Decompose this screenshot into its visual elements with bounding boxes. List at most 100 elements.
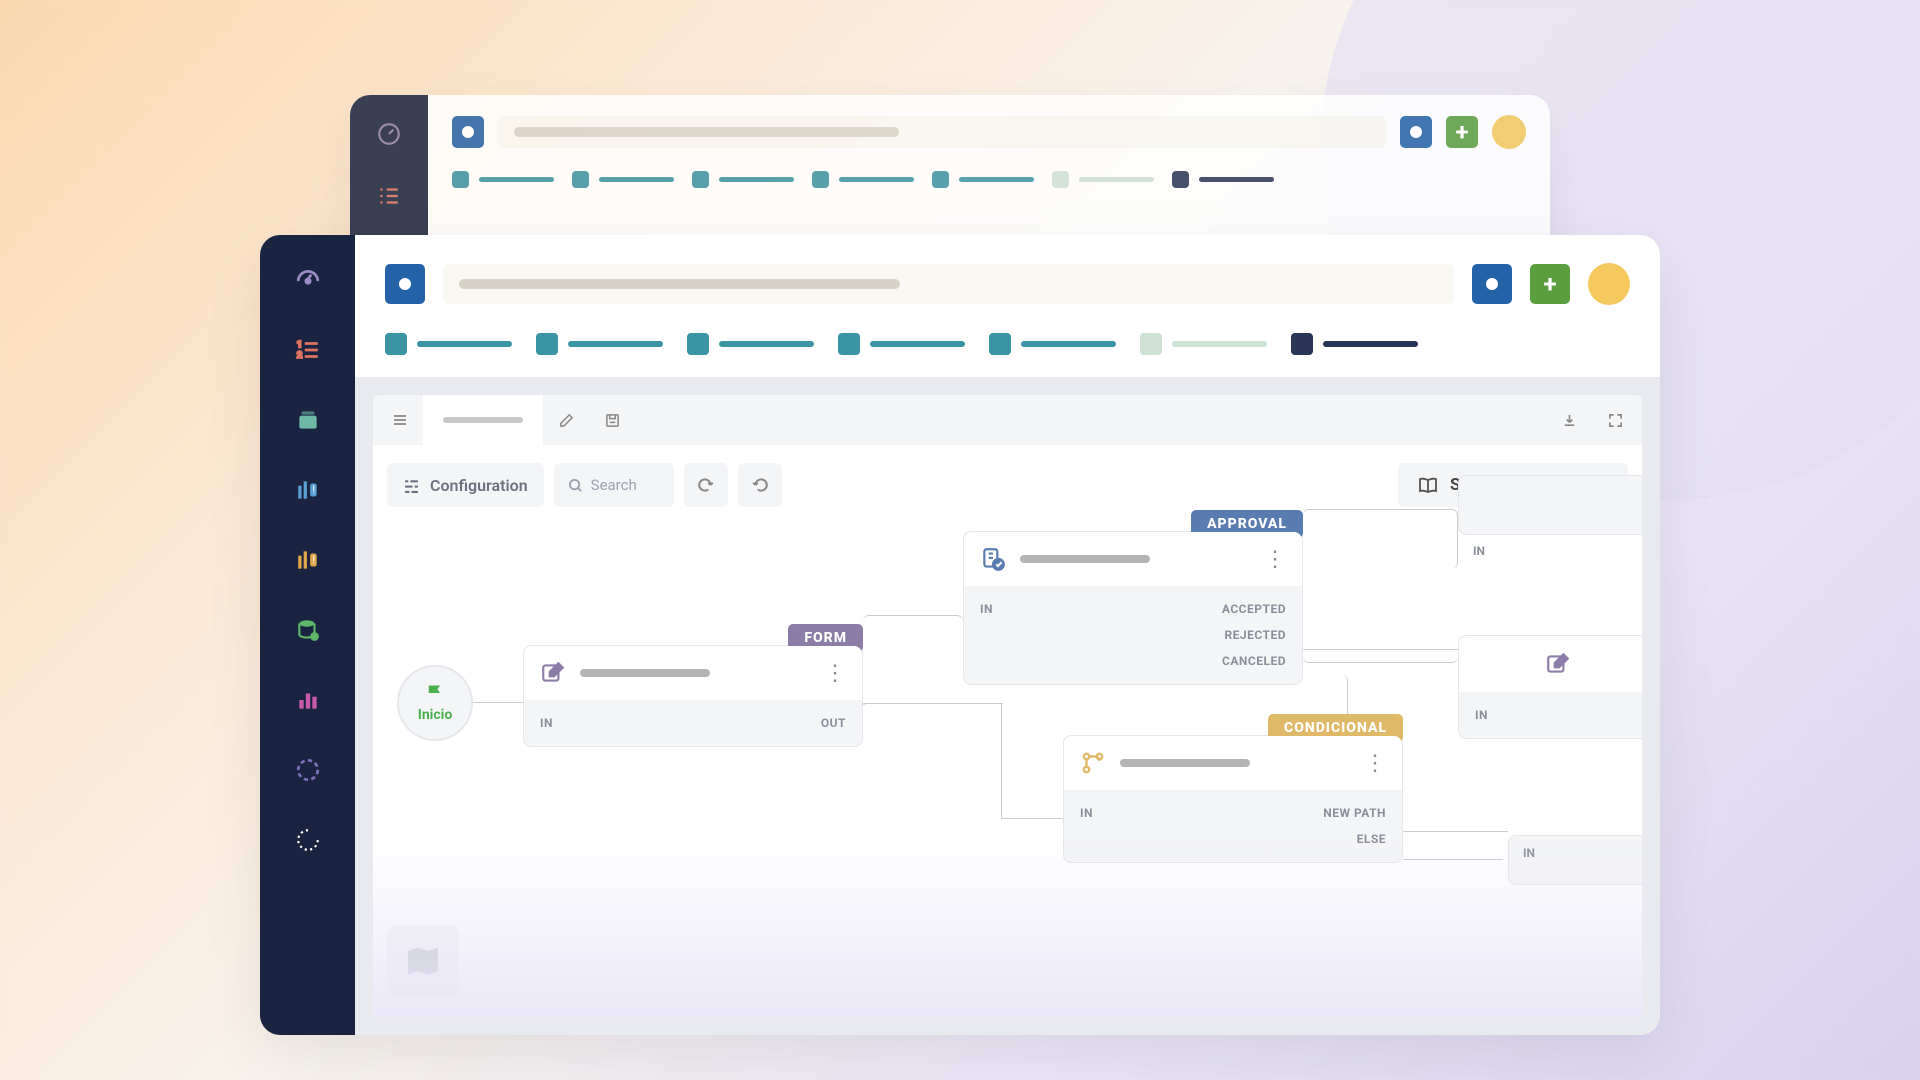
- sliders-icon: [403, 477, 420, 494]
- search-icon: [568, 478, 583, 493]
- configuration-button[interactable]: Configuration: [387, 463, 544, 507]
- tab-item[interactable]: [1172, 171, 1274, 188]
- tab-item[interactable]: [572, 171, 674, 188]
- svg-text:!: !: [312, 553, 315, 566]
- tab-item[interactable]: [452, 171, 554, 188]
- add-button[interactable]: +: [1530, 264, 1570, 304]
- tab-item[interactable]: [692, 171, 794, 188]
- notifications-button[interactable]: [1400, 116, 1432, 148]
- stub-node[interactable]: [1458, 475, 1642, 535]
- approval-node[interactable]: APPROVAL ⋮ IN ACCEPTED REJECTED: [963, 531, 1303, 685]
- nav-reports[interactable]: !: [293, 475, 323, 505]
- app-icon[interactable]: [452, 116, 484, 148]
- edit-icon: [559, 413, 574, 428]
- nav-database[interactable]: [293, 615, 323, 645]
- port-new-path: NEW PATH: [1323, 806, 1386, 820]
- inbox-icon: [295, 407, 321, 433]
- port-in: IN: [1475, 708, 1488, 722]
- tab-item[interactable]: [812, 171, 914, 188]
- branch-icon: [1080, 750, 1106, 776]
- nav-loader[interactable]: [293, 825, 323, 855]
- redo-button[interactable]: [738, 463, 782, 507]
- node-menu-button[interactable]: ⋮: [824, 661, 846, 686]
- stub-node[interactable]: IN: [1458, 635, 1642, 739]
- search-placeholder: Search: [591, 476, 637, 494]
- nav-inbox[interactable]: [293, 405, 323, 435]
- main-window: 12 ! ! +: [260, 235, 1660, 1035]
- form-node[interactable]: FORM ⋮ IN OUT: [523, 645, 863, 747]
- port-in: IN: [540, 716, 553, 730]
- avatar[interactable]: [1588, 263, 1630, 305]
- edit-button[interactable]: [543, 395, 589, 445]
- hamburger-icon: [392, 412, 408, 428]
- search-bar[interactable]: [443, 264, 1454, 304]
- tab-item[interactable]: [536, 333, 663, 355]
- start-node[interactable]: Inicio: [397, 665, 473, 741]
- configuration-label: Configuration: [430, 476, 528, 495]
- canvas-toolbar: [373, 395, 1642, 445]
- nav-warnings[interactable]: !: [293, 545, 323, 575]
- notifications-button[interactable]: [1472, 264, 1512, 304]
- undo-button[interactable]: [684, 463, 728, 507]
- node-menu-button[interactable]: ⋮: [1364, 751, 1386, 776]
- nav-activity[interactable]: [293, 755, 323, 785]
- nav-dashboard[interactable]: [374, 119, 404, 149]
- port-rejected: REJECTED: [1224, 628, 1286, 642]
- menu-button[interactable]: [377, 395, 423, 445]
- nav-analytics[interactable]: [293, 685, 323, 715]
- expand-icon: [1608, 413, 1623, 428]
- avatar[interactable]: [1492, 115, 1526, 149]
- topbar: +: [355, 235, 1660, 323]
- port-accepted: ACCEPTED: [1222, 602, 1286, 616]
- chart-icon: [295, 687, 321, 713]
- search-bar[interactable]: [498, 116, 1386, 148]
- app-icon[interactable]: [385, 264, 425, 304]
- book-icon: [1418, 475, 1438, 495]
- tab-item[interactable]: [385, 333, 512, 355]
- canvas-tab[interactable]: [423, 395, 543, 445]
- tab-item[interactable]: [989, 333, 1116, 355]
- tab-item[interactable]: [1052, 171, 1154, 188]
- svg-text:2: 2: [297, 351, 302, 361]
- approval-icon: [980, 546, 1006, 572]
- topbar: +: [428, 95, 1550, 163]
- tab-item[interactable]: [932, 171, 1034, 188]
- activity-ring-icon: [295, 757, 321, 783]
- save-button[interactable]: [589, 395, 635, 445]
- add-button[interactable]: +: [1446, 116, 1478, 148]
- spinner-icon: [295, 827, 321, 853]
- tab-item[interactable]: [838, 333, 965, 355]
- node-title-placeholder: [1020, 555, 1150, 563]
- nav-tasks[interactable]: 12: [293, 335, 323, 365]
- node-menu-button[interactable]: ⋮: [1264, 547, 1286, 572]
- tab-bar: [428, 163, 1550, 206]
- redo-icon: [751, 476, 769, 494]
- node-title-placeholder: [1120, 759, 1250, 767]
- map-icon: [403, 941, 443, 981]
- conditional-node[interactable]: CONDICIONAL ⋮ IN NEW PATH ELSE: [1063, 735, 1403, 863]
- bars-alert-icon: !: [295, 477, 321, 503]
- tab-item[interactable]: [1291, 333, 1418, 355]
- port-canceled: CANCELED: [1222, 654, 1286, 668]
- undo-icon: [697, 476, 715, 494]
- tab-item[interactable]: [1140, 333, 1267, 355]
- port-in: IN: [980, 602, 993, 616]
- port-in: IN: [1523, 846, 1535, 860]
- nav-dashboard[interactable]: [293, 265, 323, 295]
- workflow-canvas[interactable]: Configuration Search Steps Menu: [373, 445, 1642, 1017]
- form-edit-icon: [540, 660, 566, 686]
- tab-item[interactable]: [687, 333, 814, 355]
- node-title-placeholder: [580, 669, 710, 677]
- minimap-button[interactable]: [387, 925, 459, 997]
- svg-text:1: 1: [297, 340, 302, 350]
- flag-icon: [425, 683, 445, 703]
- download-button[interactable]: [1546, 395, 1592, 445]
- nav-list[interactable]: [374, 181, 404, 211]
- gauge-icon: [295, 267, 321, 293]
- form-edit-icon: [1545, 651, 1571, 677]
- save-icon: [605, 413, 620, 428]
- start-label: Inicio: [418, 707, 453, 723]
- stub-node[interactable]: IN: [1508, 835, 1642, 885]
- fullscreen-button[interactable]: [1592, 395, 1638, 445]
- search-input[interactable]: Search: [554, 463, 674, 507]
